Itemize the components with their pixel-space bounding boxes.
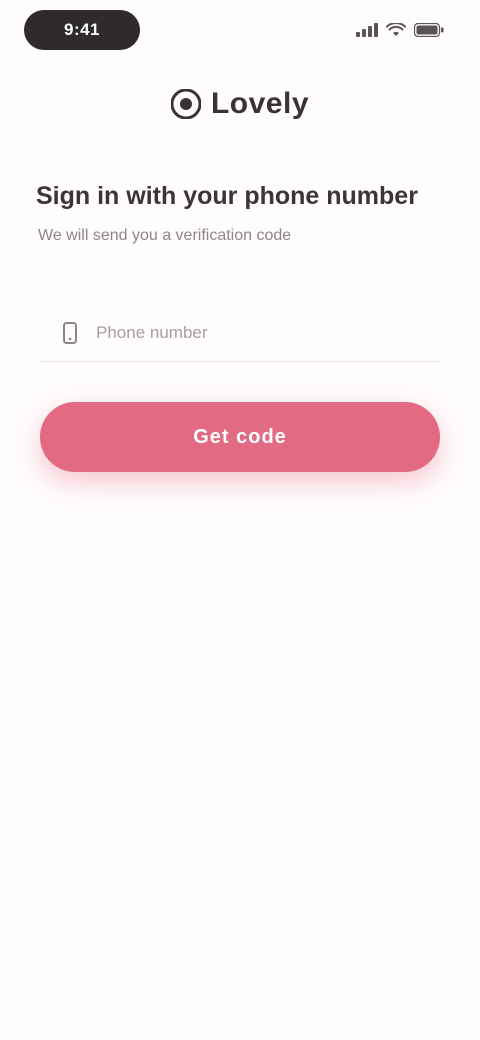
login-screen: 9:41 Lovely Sign in with your phone numb… (0, 0, 480, 1040)
phone-icon (63, 321, 77, 344)
app-logo-icon (170, 89, 201, 119)
wifi-icon (386, 23, 406, 36)
status-icons (356, 18, 444, 42)
status-bar: 9:41 (0, 0, 480, 60)
header: Lovely (0, 76, 480, 132)
brand-name: Lovely (210, 87, 310, 120)
phone-field[interactable] (40, 304, 440, 362)
get-code-button[interactable]: Get code (40, 402, 440, 472)
phone-input[interactable] (94, 311, 440, 354)
signal-icon (356, 23, 378, 37)
page-subtitle: We will send you a verification code (38, 227, 292, 244)
status-time: 9:41 (24, 10, 140, 50)
page-title: Sign in with your phone number (36, 182, 418, 210)
battery-icon (414, 23, 444, 37)
